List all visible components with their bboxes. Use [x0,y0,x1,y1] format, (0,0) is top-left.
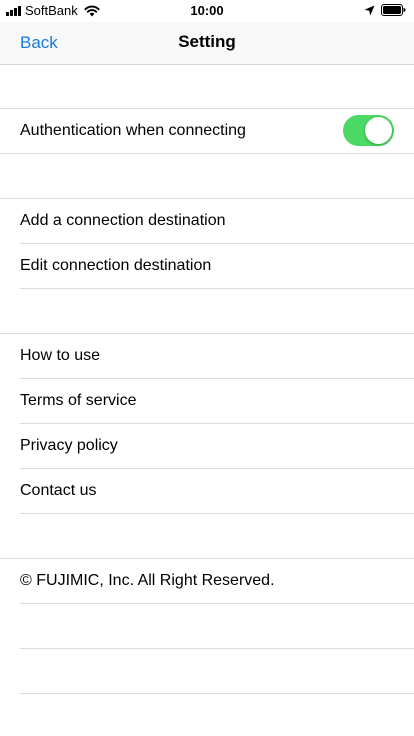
contact-label: Contact us [20,482,97,499]
status-right [364,4,406,16]
copyright-row: © FUJIMIC, Inc. All Right Reserved. [20,559,414,604]
add-destination-label: Add a connection destination [20,212,226,229]
status-time: 10:00 [190,3,224,18]
contact-row[interactable]: Contact us [20,469,414,514]
location-icon [364,5,375,15]
auth-row: Authentication when connecting [0,109,414,154]
copyright-label: © FUJIMIC, Inc. All Right Reserved. [20,572,275,589]
empty-row [20,604,414,649]
status-bar: SoftBank 10:00 [0,0,414,22]
edit-destination-label: Edit connection destination [20,257,212,274]
how-to-use-row[interactable]: How to use [20,334,414,379]
section-spacer [0,65,414,109]
settings-list: Authentication when connecting Add a con… [0,65,414,694]
auth-toggle[interactable] [343,115,394,146]
auth-label: Authentication when connecting [20,122,246,139]
section-spacer [0,154,414,199]
navigation-bar: Back Setting [0,22,414,65]
section-spacer [0,289,414,334]
terms-row[interactable]: Terms of service [20,379,414,424]
privacy-row[interactable]: Privacy policy [20,424,414,469]
privacy-label: Privacy policy [20,437,118,454]
page-title: Setting [178,32,236,51]
empty-row [20,649,414,694]
how-to-use-label: How to use [20,347,101,364]
section-spacer [0,514,414,559]
add-destination-row[interactable]: Add a connection destination [20,199,414,244]
edit-destination-row[interactable]: Edit connection destination [20,244,414,289]
battery-icon [381,4,406,16]
toggle-knob [365,117,392,144]
terms-label: Terms of service [20,392,137,409]
